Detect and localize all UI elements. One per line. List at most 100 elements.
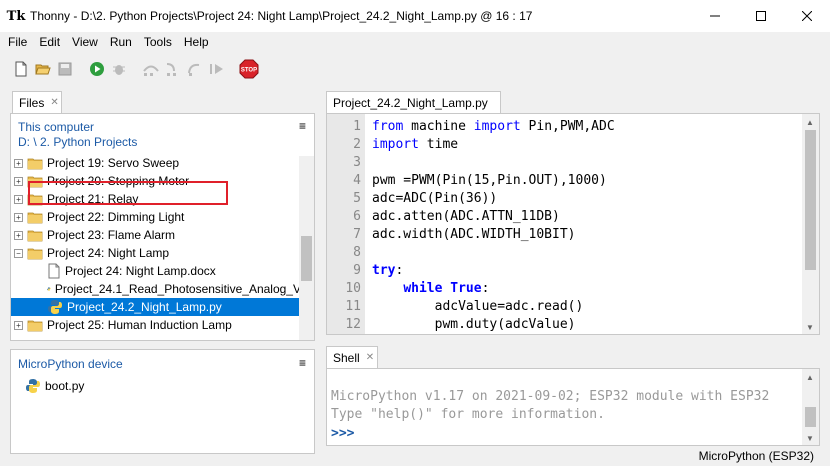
open-file-button[interactable] bbox=[32, 58, 54, 80]
expand-toggle-icon[interactable]: + bbox=[14, 320, 23, 330]
folder-icon bbox=[27, 212, 43, 223]
expand-toggle-icon[interactable]: + bbox=[14, 212, 23, 222]
shell-console[interactable]: MicroPython v1.17 on 2021-09-02; ESP32 m… bbox=[326, 368, 820, 446]
tab-files[interactable]: Files ✕ bbox=[12, 91, 62, 113]
minimize-icon bbox=[710, 15, 720, 17]
debug-button[interactable] bbox=[108, 58, 130, 80]
expand-toggle-icon[interactable]: + bbox=[14, 158, 23, 168]
maximize-button[interactable] bbox=[738, 0, 784, 32]
stop-sign-icon: STOP bbox=[239, 59, 259, 79]
tab-shell[interactable]: Shell ✕ bbox=[326, 346, 378, 368]
maximize-icon bbox=[756, 11, 766, 21]
code-line: import time bbox=[372, 137, 458, 152]
tree-item[interactable]: + Project 22: Dimming Light bbox=[11, 208, 301, 226]
menu-edit[interactable]: Edit bbox=[33, 35, 66, 49]
editor-scrollbar[interactable]: ▲ ▼ bbox=[802, 114, 819, 334]
new-file-button[interactable] bbox=[10, 58, 32, 80]
expand-toggle-icon[interactable]: + bbox=[14, 176, 23, 186]
scroll-up-icon[interactable]: ▲ bbox=[806, 118, 814, 127]
save-button[interactable] bbox=[54, 58, 76, 80]
tree-item[interactable]: + Project 23: Flame Alarm bbox=[11, 226, 301, 244]
code-token: : bbox=[481, 281, 490, 296]
tree-item[interactable]: + Project 25: Human Induction Lamp bbox=[11, 316, 301, 334]
micropython-device-panel: MicroPython device ≡ boot.py bbox=[10, 349, 315, 454]
tree-item[interactable]: + Project 19: Servo Sweep bbox=[11, 154, 301, 172]
close-button[interactable] bbox=[784, 0, 830, 32]
close-icon[interactable]: ✕ bbox=[50, 97, 58, 108]
close-icon[interactable]: ✕ bbox=[366, 352, 374, 363]
step-into-button[interactable] bbox=[162, 58, 184, 80]
code-editor[interactable]: 1 2 3 4 5 6 7 8 9 10 11 12 from machine import Pin,… bbox=[326, 113, 820, 335]
location-label[interactable]: This computer bbox=[18, 120, 94, 134]
code-line: pwm =PWM(Pin(15,Pin.OUT),1000) bbox=[372, 173, 607, 188]
scroll-down-icon[interactable]: ▼ bbox=[806, 434, 814, 443]
tree-item-label: Project_24.1_Read_Photosensitive_Analog_… bbox=[54, 282, 301, 296]
code-line: try: bbox=[372, 263, 403, 278]
tree-item[interactable]: Project 24: Night Lamp.docx bbox=[11, 262, 301, 280]
menu-view[interactable]: View bbox=[66, 35, 104, 49]
boot-file-label: boot.py bbox=[45, 379, 85, 393]
line-number: 5 bbox=[353, 191, 361, 206]
interpreter-status[interactable]: MicroPython (ESP32) bbox=[699, 449, 814, 463]
code-token: machine bbox=[403, 119, 474, 134]
folder-icon bbox=[27, 248, 43, 259]
tree-item-label: Project 22: Dimming Light bbox=[47, 210, 185, 224]
code-token: adc.width(ADC.WIDTH_10BIT) bbox=[372, 227, 576, 242]
code-token: adcValue=adc.read() bbox=[372, 299, 584, 314]
tree-item[interactable]: Project_24.2_Night_Lamp.py bbox=[11, 298, 301, 316]
status-bar: MicroPython (ESP32) bbox=[0, 446, 830, 466]
collapse-toggle-icon[interactable]: − bbox=[14, 248, 23, 258]
shell-prompt[interactable]: >>> bbox=[331, 426, 354, 441]
menu-help[interactable]: Help bbox=[178, 35, 215, 49]
selection-highlight-box bbox=[28, 181, 228, 205]
expand-toggle-icon[interactable]: + bbox=[14, 230, 23, 240]
expand-toggle-icon[interactable]: + bbox=[14, 194, 23, 204]
resume-button[interactable] bbox=[206, 58, 228, 80]
python-file-icon bbox=[47, 287, 51, 291]
open-folder-icon bbox=[35, 64, 51, 75]
code-token: while bbox=[403, 281, 443, 296]
editor-scrollbar-thumb[interactable] bbox=[805, 130, 816, 270]
editor-tab-label: Project_24.2_Night_Lamp.py bbox=[333, 95, 488, 110]
line-number: 6 bbox=[353, 209, 361, 224]
path-breadcrumb[interactable]: D: \ 2. Python Projects bbox=[18, 135, 137, 149]
tab-editor-file[interactable]: Project_24.2_Night_Lamp.py bbox=[326, 91, 501, 113]
code-token: import bbox=[473, 119, 521, 134]
step-over-button[interactable] bbox=[140, 58, 162, 80]
line-number: 8 bbox=[353, 245, 361, 260]
thonny-app-icon[interactable]: Tk bbox=[7, 8, 26, 24]
resume-icon bbox=[210, 64, 223, 74]
code-token: True bbox=[450, 281, 482, 296]
code-token: import bbox=[372, 137, 419, 152]
line-number: 3 bbox=[353, 155, 361, 170]
scroll-up-icon[interactable]: ▲ bbox=[806, 373, 814, 382]
hamburger-menu-icon[interactable]: ≡ bbox=[299, 119, 306, 133]
files-scrollbar[interactable] bbox=[299, 156, 314, 340]
menu-file[interactable]: File bbox=[2, 35, 33, 49]
hamburger-menu-icon[interactable]: ≡ bbox=[299, 356, 306, 370]
shell-scrollbar[interactable]: ▲ ▼ bbox=[802, 369, 819, 445]
files-scrollbar-thumb[interactable] bbox=[301, 236, 312, 281]
line-number: 7 bbox=[353, 227, 361, 242]
tree-item-label: Project_24.2_Night_Lamp.py bbox=[67, 300, 222, 314]
shell-output-line: MicroPython v1.17 on 2021-09-02; ESP32 m… bbox=[331, 389, 770, 404]
code-token: adc.atten(ADC.ATTN_11DB) bbox=[372, 209, 560, 224]
menu-tools[interactable]: Tools bbox=[138, 35, 178, 49]
shell-scrollbar-thumb[interactable] bbox=[805, 407, 816, 427]
step-out-button[interactable] bbox=[184, 58, 206, 80]
menu-run[interactable]: Run bbox=[104, 35, 138, 49]
folder-icon bbox=[27, 320, 43, 331]
line-number: 9 bbox=[353, 263, 361, 278]
python-file-icon bbox=[48, 300, 62, 314]
tree-item[interactable]: Project_24.1_Read_Photosensitive_Analog_… bbox=[11, 280, 301, 298]
stop-button[interactable]: STOP bbox=[238, 58, 260, 80]
tab-files-label: Files bbox=[19, 95, 45, 110]
document-file-icon bbox=[48, 263, 60, 279]
list-item[interactable]: boot.py bbox=[25, 377, 314, 395]
minimize-button[interactable] bbox=[692, 0, 738, 32]
scroll-down-icon[interactable]: ▼ bbox=[806, 323, 814, 332]
line-number: 1 bbox=[353, 119, 361, 134]
run-button[interactable] bbox=[86, 58, 108, 80]
tree-item[interactable]: − Project 24: Night Lamp bbox=[11, 244, 301, 262]
code-token: pwm =PWM(Pin(15,Pin.OUT),1000) bbox=[372, 173, 607, 188]
